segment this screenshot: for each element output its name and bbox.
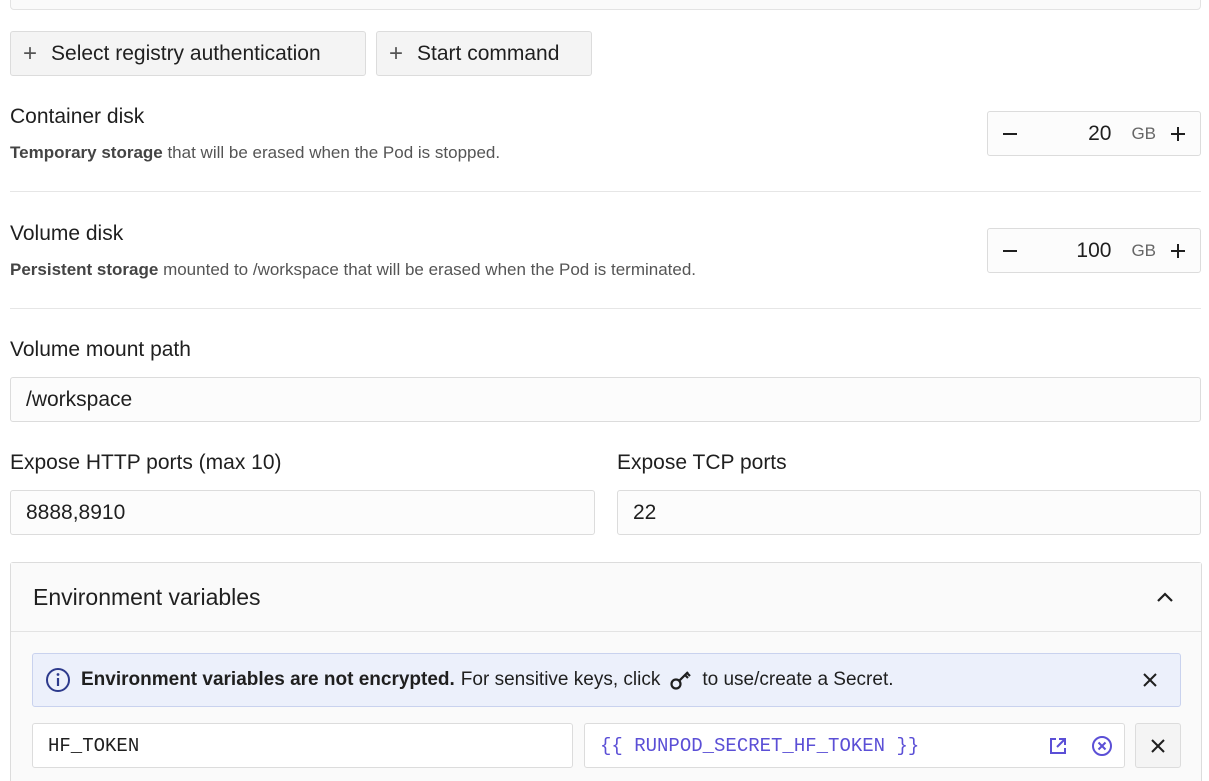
select-registry-auth-label: Select registry authentication — [51, 41, 321, 65]
clear-circle-icon[interactable] — [1090, 734, 1114, 758]
volume-disk-increment-button[interactable] — [1156, 229, 1200, 272]
section-divider — [10, 191, 1201, 192]
env-key-input[interactable]: HF_TOKEN — [32, 723, 573, 768]
volume-mount-path-label: Volume mount path — [10, 338, 191, 361]
env-value-input[interactable]: {{ RUNPOD_SECRET_HF_TOKEN }} — [584, 723, 1125, 768]
http-ports-label: Expose HTTP ports (max 10) — [10, 451, 282, 474]
tcp-ports-label: Expose TCP ports — [617, 451, 787, 474]
start-command-label: Start command — [417, 41, 560, 65]
remove-env-row-button[interactable] — [1135, 723, 1181, 768]
chevron-up-icon[interactable] — [1151, 583, 1179, 611]
container-disk-unit: GB — [1131, 123, 1156, 143]
environment-variables-header[interactable]: Environment variables — [11, 563, 1201, 632]
container-disk-value[interactable]: 20 — [1032, 122, 1131, 146]
plus-icon — [1171, 243, 1185, 258]
close-icon — [1151, 738, 1165, 753]
volume-disk-stepper: 100 GB — [987, 228, 1201, 273]
volume-disk-desc-rest: mounted to /workspace that will be erase… — [158, 260, 697, 279]
minus-icon — [1003, 132, 1017, 135]
tcp-ports-input[interactable]: 22 — [617, 490, 1201, 535]
container-disk-desc-rest: that will be erased when the Pod is stop… — [162, 143, 501, 162]
banner-text-part1: For sensitive keys, click — [460, 669, 661, 690]
key-icon[interactable] — [670, 669, 692, 691]
minus-icon — [1003, 249, 1017, 252]
start-command-button[interactable]: + Start command — [376, 31, 592, 76]
volume-disk-unit: GB — [1131, 240, 1156, 260]
environment-variables-title: Environment variables — [33, 583, 261, 610]
container-disk-increment-button[interactable] — [1156, 112, 1200, 155]
plus-icon: + — [23, 39, 38, 67]
container-disk-section: Container disk Temporary storage that wi… — [10, 105, 1201, 163]
volume-disk-value[interactable]: 100 — [1032, 239, 1131, 263]
banner-text-part2: to use/create a Secret. — [702, 669, 894, 690]
env-not-encrypted-banner: Environment variables are not encrypted.… — [32, 653, 1181, 707]
env-value-actions — [1046, 734, 1114, 758]
http-ports-input[interactable]: 8888,8910 — [10, 490, 595, 535]
plus-icon: + — [389, 39, 404, 67]
info-circle-icon — [45, 667, 71, 693]
container-disk-stepper: 20 GB — [987, 111, 1201, 156]
optional-settings-buttons: + Select registry authentication + Start… — [10, 31, 592, 76]
env-value-text: {{ RUNPOD_SECRET_HF_TOKEN }} — [600, 734, 920, 757]
previous-field-stub — [10, 0, 1201, 10]
banner-bold-text: Environment variables are not encrypted. — [81, 669, 455, 690]
container-disk-desc-bold: Temporary storage — [10, 143, 163, 162]
external-link-icon[interactable] — [1046, 734, 1070, 758]
select-registry-auth-button[interactable]: + Select registry authentication — [10, 31, 366, 76]
close-icon[interactable] — [1138, 668, 1162, 692]
volume-disk-section: Volume disk Persistent storage mounted t… — [10, 222, 1201, 280]
volume-disk-decrement-button[interactable] — [988, 229, 1032, 272]
plus-icon — [1171, 126, 1185, 141]
environment-variables-panel: Environment variables Environment variab… — [10, 562, 1202, 781]
section-divider — [10, 308, 1201, 309]
container-disk-decrement-button[interactable] — [988, 112, 1032, 155]
volume-disk-desc-bold: Persistent storage — [10, 260, 159, 279]
volume-mount-path-input[interactable]: /workspace — [10, 377, 1201, 422]
